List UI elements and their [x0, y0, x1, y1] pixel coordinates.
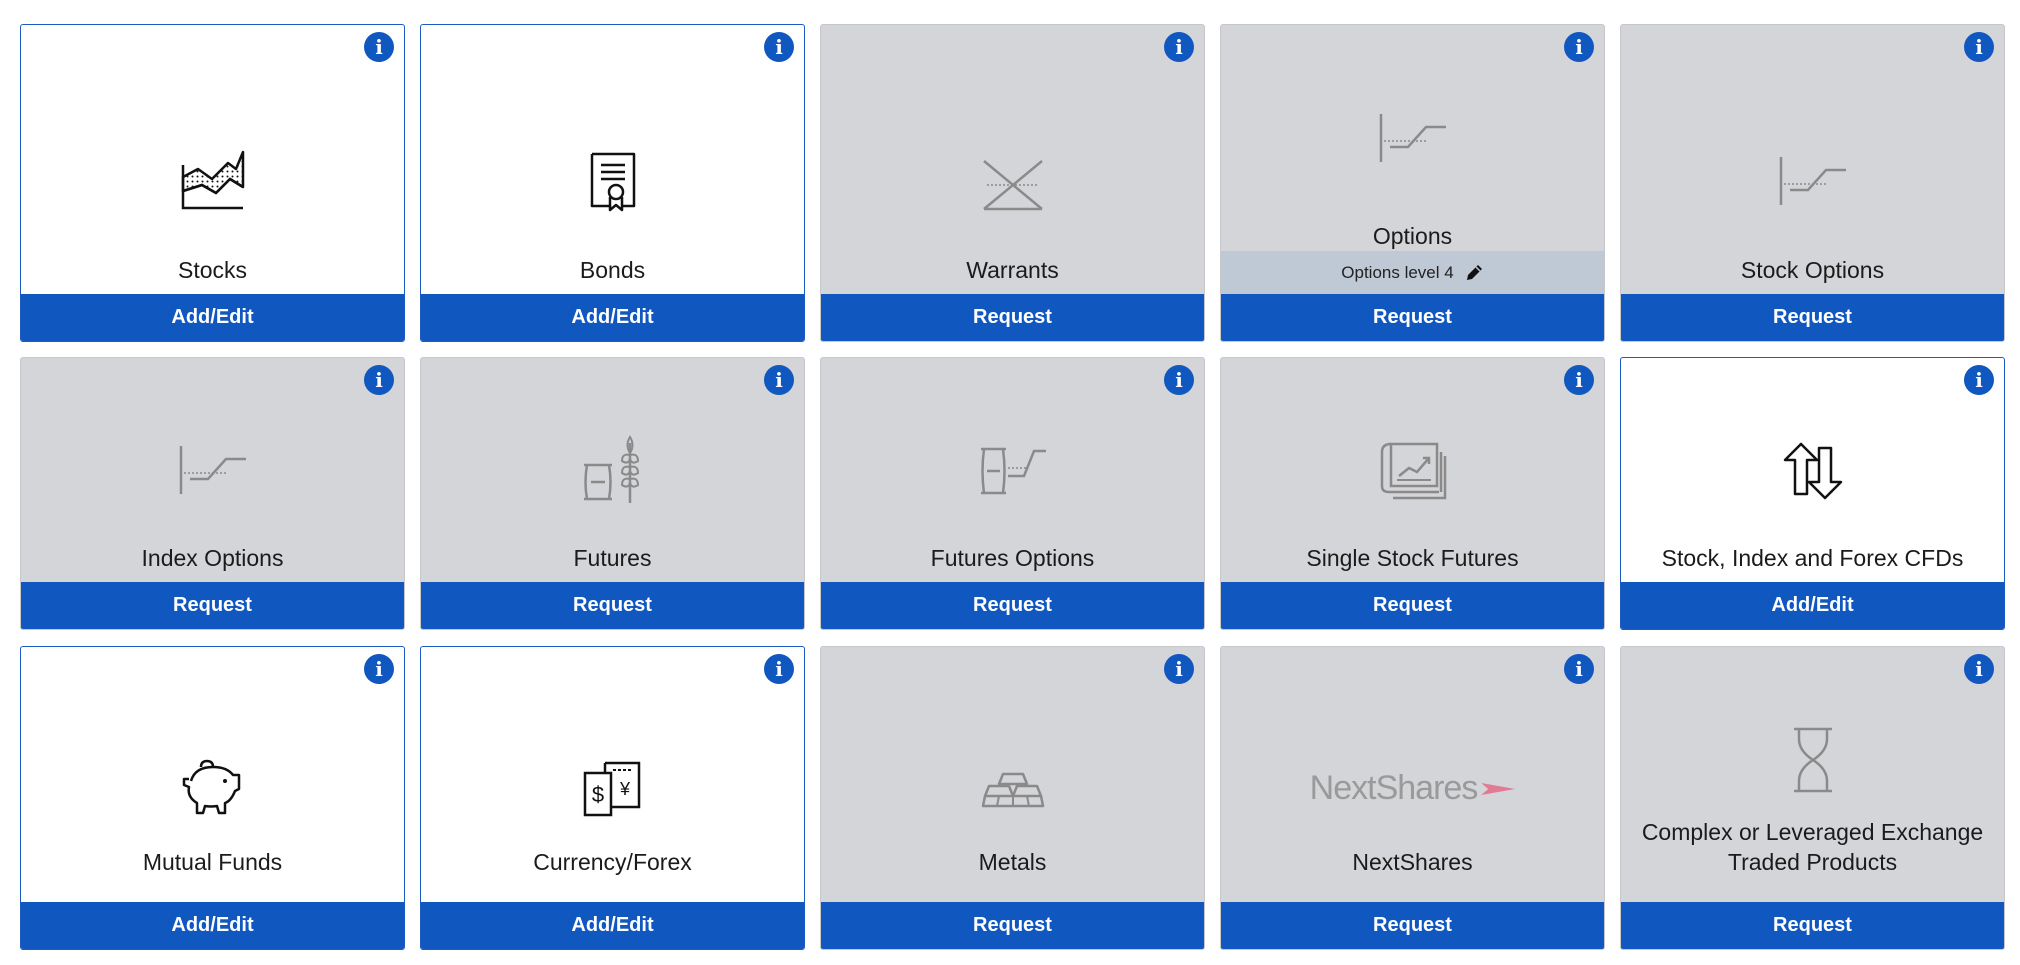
option-payoff-icon: [1778, 155, 1848, 212]
info-icon[interactable]: i: [764, 32, 794, 62]
request-button[interactable]: Request: [1221, 582, 1604, 629]
request-button[interactable]: Request: [1221, 902, 1604, 949]
card-label: Single Stock Futures: [1306, 545, 1519, 571]
svg-text:¥: ¥: [618, 779, 630, 799]
request-button[interactable]: Request: [1621, 294, 2004, 341]
documents-chart-icon: [1379, 442, 1447, 505]
card-label: Index Options: [141, 545, 284, 571]
info-icon[interactable]: i: [1164, 365, 1194, 395]
request-button[interactable]: Request: [1221, 294, 1604, 341]
certificate-icon: [588, 152, 638, 217]
product-card-index-options[interactable]: i Index Options Request: [20, 357, 405, 630]
request-button[interactable]: Request: [1621, 902, 2004, 949]
request-button[interactable]: Request: [421, 582, 804, 629]
product-card-currency-forex[interactable]: i $ ¥ Currency/Forex Add/Edit: [420, 646, 805, 950]
product-card-single-stock-futures[interactable]: i Single Stock Futures Request: [1220, 357, 1605, 630]
barrel-option-icon: [978, 446, 1048, 501]
card-label: Currency/Forex: [533, 849, 692, 875]
product-card-stocks[interactable]: i Stocks Add/Edit: [20, 24, 405, 342]
nextshares-logo-text: NextShares: [1309, 769, 1479, 807]
request-button[interactable]: Request: [21, 582, 404, 629]
info-icon[interactable]: i: [1964, 365, 1994, 395]
info-icon[interactable]: i: [764, 365, 794, 395]
info-icon[interactable]: i: [1964, 654, 1994, 684]
info-icon[interactable]: i: [1164, 654, 1194, 684]
request-button[interactable]: Request: [821, 902, 1204, 949]
info-icon[interactable]: i: [1564, 32, 1594, 62]
currency-notes-icon: $ ¥: [583, 761, 643, 822]
info-icon[interactable]: i: [1564, 654, 1594, 684]
product-card-mutual-funds[interactable]: i Mutual Funds Add/Edit: [20, 646, 405, 950]
hourglass-icon: [1792, 727, 1834, 798]
product-card-stock-options[interactable]: i Stock Options Request: [1620, 24, 2005, 342]
card-label: Bonds: [579, 257, 646, 283]
add-edit-button[interactable]: Add/Edit: [421, 294, 804, 341]
info-icon[interactable]: i: [1564, 365, 1594, 395]
options-level-bar: Options level 4: [1221, 251, 1604, 294]
product-card-cfds[interactable]: i Stock, Index and Forex CFDs Add/Edit: [1620, 357, 2005, 630]
nextshares-logo: NextShares: [1310, 769, 1516, 808]
card-label: Options: [1372, 223, 1453, 249]
request-button[interactable]: Request: [821, 294, 1204, 341]
svg-text:$: $: [591, 782, 603, 807]
option-payoff-icon: [178, 444, 248, 501]
product-card-complex-etps[interactable]: i Complex or Leveraged Exchange Traded P…: [1620, 646, 2005, 950]
add-edit-button[interactable]: Add/Edit: [21, 294, 404, 341]
exchange-arrows-icon: [1783, 442, 1843, 505]
pencil-icon[interactable]: [1464, 263, 1484, 283]
product-card-futures[interactable]: i Futures Request: [420, 357, 805, 630]
info-icon[interactable]: i: [364, 32, 394, 62]
card-label: Warrants: [966, 257, 1059, 283]
options-level-text: Options level 4: [1341, 262, 1454, 282]
card-label: Futures: [573, 545, 652, 571]
gold-bars-icon: [981, 772, 1045, 813]
card-label: NextShares: [1352, 849, 1473, 875]
add-edit-button[interactable]: Add/Edit: [21, 902, 404, 949]
info-icon[interactable]: i: [1164, 32, 1194, 62]
card-label: Stocks: [177, 257, 248, 283]
info-icon[interactable]: i: [364, 654, 394, 684]
info-icon[interactable]: i: [764, 654, 794, 684]
card-label: Stock Options: [1740, 257, 1885, 283]
option-payoff-icon: [1378, 112, 1448, 169]
product-card-futures-options[interactable]: i Futures Options Request: [820, 357, 1205, 630]
card-label: Futures Options: [930, 545, 1095, 571]
product-card-options[interactable]: i Options Options level 4 Request: [1220, 24, 1605, 342]
card-label: Mutual Funds: [142, 849, 283, 875]
request-button[interactable]: Request: [821, 582, 1204, 629]
info-icon[interactable]: i: [364, 365, 394, 395]
product-card-warrants[interactable]: i Warrants Request: [820, 24, 1205, 342]
card-label: Metals: [978, 849, 1047, 875]
add-edit-button[interactable]: Add/Edit: [1621, 582, 2004, 629]
barrel-wheat-icon: [580, 433, 646, 510]
piggy-bank-icon: [181, 759, 245, 822]
product-card-metals[interactable]: i Metals Request: [820, 646, 1205, 950]
info-icon[interactable]: i: [1964, 32, 1994, 62]
card-label: Complex or Leveraged Exchange Traded Pro…: [1641, 819, 1984, 875]
product-card-nextshares[interactable]: i NextShares NextShares Request: [1220, 646, 1605, 950]
warrant-cross-icon: [981, 158, 1045, 217]
add-edit-button[interactable]: Add/Edit: [421, 902, 804, 949]
stock-chart-icon: [180, 149, 246, 216]
logo-arrow-icon: [1481, 782, 1516, 795]
card-label: Stock, Index and Forex CFDs: [1661, 545, 1964, 571]
product-card-bonds[interactable]: i Bonds Add/Edit: [420, 24, 805, 342]
